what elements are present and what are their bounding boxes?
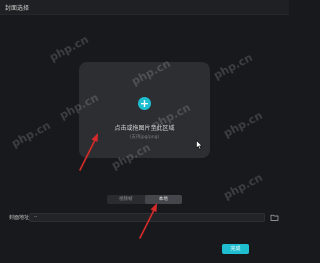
cover-selection-dialog: 封面选择 + 点击或拖图片至此区域 (支持jpg/png) 视频帧 本地 封面地… [0, 0, 289, 263]
watermark: php.cn [221, 108, 265, 141]
title-bar: 封面选择 [0, 0, 289, 15]
cover-source-tabs: 视频帧 本地 [107, 195, 182, 204]
tab-local[interactable]: 本地 [144, 195, 182, 204]
image-drop-zone[interactable]: + 点击或拖图片至此区域 (支持jpg/png) [79, 62, 210, 158]
drop-zone-prompt: 点击或拖图片至此区域 [114, 125, 175, 132]
plus-icon[interactable]: + [138, 97, 151, 110]
cover-path-value: -- [34, 215, 38, 220]
watermark: php.cn [211, 50, 255, 83]
cover-path-field[interactable]: -- [29, 213, 265, 222]
watermark: php.cn [47, 32, 91, 65]
drop-zone-hint: (支持jpg/png) [129, 135, 160, 140]
watermark: php.cn [221, 170, 265, 203]
watermark: php.cn [9, 118, 53, 151]
mouse-cursor-icon [196, 140, 203, 150]
folder-icon[interactable] [270, 213, 279, 222]
dialog-title: 封面选择 [5, 5, 30, 12]
cover-path-label: 封面地址 [9, 215, 30, 221]
tab-video-frame[interactable]: 视频帧 [107, 195, 145, 204]
confirm-button[interactable]: 完成 [222, 244, 249, 254]
